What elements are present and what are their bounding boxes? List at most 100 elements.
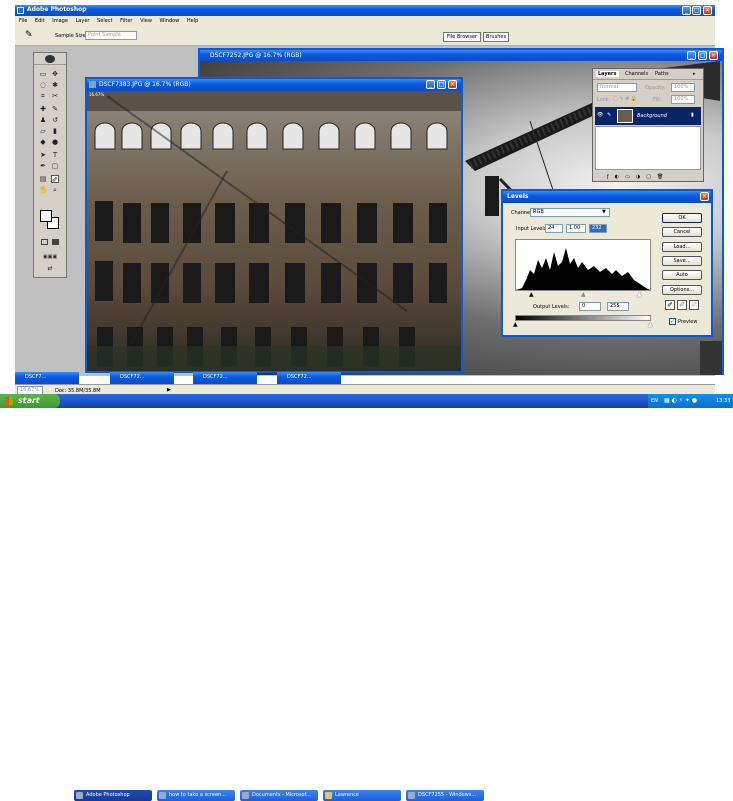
menu-file[interactable]: File bbox=[19, 18, 27, 24]
stamp-tool-icon[interactable]: ♟ bbox=[39, 116, 47, 124]
eraser-tool-icon[interactable]: ▱ bbox=[39, 127, 47, 135]
cancel-button[interactable]: Cancel bbox=[662, 227, 702, 237]
pen-tool-icon[interactable]: ✒ bbox=[39, 162, 47, 170]
menu-select[interactable]: Select bbox=[97, 18, 112, 24]
taskbar-item-image-viewer[interactable]: DSCF7255 - Windows... bbox=[406, 790, 484, 801]
front-close-button[interactable]: × bbox=[448, 80, 457, 89]
history-brush-tool-icon[interactable]: ↺ bbox=[51, 116, 59, 124]
taskbar-item-screenshot-doc[interactable]: how to take a screen... bbox=[157, 790, 235, 801]
tab-file-browser[interactable]: File Browser bbox=[443, 32, 481, 42]
white-point-eyedropper-icon[interactable]: ✐ bbox=[689, 300, 699, 310]
app-maximize-button[interactable]: □ bbox=[692, 6, 701, 15]
layer-row-background[interactable]: 👁 ✎ Background ▮ bbox=[595, 107, 701, 125]
output-white-field[interactable]: 255 bbox=[607, 302, 629, 311]
levels-close-button[interactable]: × bbox=[700, 192, 709, 201]
preview-checkbox[interactable]: ✓ bbox=[669, 318, 676, 325]
lasso-tool-icon[interactable]: ◌ bbox=[39, 81, 47, 89]
jump-to-imageready-icon[interactable]: ⇄ bbox=[41, 265, 59, 273]
slice-tool-icon[interactable]: ✂ bbox=[51, 92, 59, 100]
app-minimize-button[interactable]: _ bbox=[682, 6, 691, 15]
back-close-button[interactable]: × bbox=[709, 51, 718, 60]
menu-window[interactable]: Window bbox=[160, 18, 180, 24]
eyedropper-tool-icon[interactable]: ✐ bbox=[51, 175, 59, 184]
output-black-slider[interactable]: ▲ bbox=[513, 321, 518, 328]
front-maximize-button[interactable]: □ bbox=[437, 80, 446, 89]
layer-mask-icon[interactable]: ◐ bbox=[615, 174, 625, 180]
app-close-button[interactable]: × bbox=[703, 6, 712, 15]
menu-view[interactable]: View bbox=[140, 18, 152, 24]
visibility-eye-icon[interactable]: 👁 bbox=[597, 112, 603, 118]
brush-link-icon[interactable]: ✎ bbox=[607, 112, 611, 118]
menu-filter[interactable]: Filter bbox=[120, 18, 132, 24]
back-minimize-button[interactable]: _ bbox=[687, 51, 696, 60]
new-set-icon[interactable]: ▭ bbox=[625, 174, 636, 180]
black-point-eyedropper-icon[interactable]: ✐ bbox=[665, 300, 675, 310]
channel-select[interactable]: RGB bbox=[530, 208, 610, 217]
layer-style-icon[interactable]: ƒ bbox=[607, 174, 615, 180]
taskbar-item-photoshop[interactable]: Adobe Photoshop bbox=[74, 790, 152, 801]
tab-paths[interactable]: Paths bbox=[655, 71, 669, 77]
quick-mask-icon[interactable] bbox=[41, 239, 48, 245]
path-select-tool-icon[interactable]: ➤ bbox=[39, 151, 47, 159]
language-indicator[interactable]: EN bbox=[651, 394, 658, 408]
type-tool-icon[interactable]: T bbox=[51, 151, 59, 159]
zoom-tool-icon[interactable]: ⌕ bbox=[51, 186, 59, 194]
marquee-tool-icon[interactable]: ▭ bbox=[39, 70, 47, 78]
healing-brush-tool-icon[interactable]: ✚ bbox=[39, 105, 47, 113]
input-white-slider[interactable]: ▲ bbox=[637, 291, 642, 298]
crop-tool-icon[interactable]: ⌗ bbox=[39, 92, 47, 100]
standard-mode-icon[interactable] bbox=[52, 239, 59, 245]
menu-image[interactable]: Image bbox=[52, 18, 68, 24]
new-layer-icon[interactable]: ▢ bbox=[646, 174, 657, 180]
input-black-field[interactable]: 24 bbox=[545, 224, 563, 233]
input-black-slider[interactable]: ▲ bbox=[529, 291, 534, 298]
move-tool-icon[interactable]: ✥ bbox=[51, 70, 59, 78]
shape-tool-icon[interactable]: ▢ bbox=[51, 162, 59, 170]
dodge-tool-icon[interactable]: ● bbox=[51, 138, 59, 146]
gradient-tool-icon[interactable]: ▮ bbox=[51, 127, 59, 135]
taskbar-item-lawrence[interactable]: Lawrence bbox=[323, 790, 401, 801]
screen-mode-icon[interactable]: ▣▣▣ bbox=[39, 253, 61, 261]
blend-mode-select[interactable]: Normal bbox=[597, 83, 637, 92]
input-white-field[interactable]: 232 bbox=[589, 224, 607, 233]
foreground-color-swatch[interactable] bbox=[40, 210, 52, 222]
menu-edit[interactable]: Edit bbox=[35, 18, 45, 24]
input-gamma-field[interactable]: 1.00 bbox=[566, 224, 586, 233]
back-maximize-button[interactable]: □ bbox=[698, 51, 707, 60]
minimized-doc-2[interactable]: DSCF72... bbox=[110, 372, 174, 384]
opacity-field[interactable]: 100% bbox=[671, 83, 695, 92]
palette-menu-icon[interactable]: ▸ bbox=[693, 71, 696, 77]
ok-button[interactable]: OK bbox=[662, 213, 702, 223]
minimized-doc-4[interactable]: DSCF72... bbox=[277, 372, 341, 384]
start-button[interactable]: start bbox=[0, 394, 60, 408]
taskbar-item-documents[interactable]: Documents - Microsof... bbox=[240, 790, 318, 801]
hand-tool-icon[interactable]: ✋ bbox=[39, 186, 48, 194]
menu-help[interactable]: Help bbox=[187, 18, 198, 24]
options-button[interactable]: Options... bbox=[662, 285, 702, 295]
gray-point-eyedropper-icon[interactable]: ✐ bbox=[677, 300, 687, 310]
output-white-slider[interactable]: ▲ bbox=[648, 321, 653, 328]
fill-field[interactable]: 100% bbox=[671, 95, 695, 104]
output-black-field[interactable]: 0 bbox=[579, 302, 601, 311]
blur-tool-icon[interactable]: ◆ bbox=[39, 138, 47, 146]
tab-channels[interactable]: Channels bbox=[625, 71, 648, 77]
auto-button[interactable]: Auto bbox=[662, 270, 702, 280]
front-minimize-button[interactable]: _ bbox=[426, 80, 435, 89]
sample-size-select[interactable]: Point Sample bbox=[85, 31, 137, 40]
status-arrow-icon[interactable]: ▶ bbox=[167, 387, 171, 393]
notes-tool-icon[interactable]: ▤ bbox=[39, 175, 47, 183]
minimized-doc-1[interactable]: DSCF7... bbox=[15, 372, 79, 384]
menu-layer[interactable]: Layer bbox=[76, 18, 90, 24]
tray-icons[interactable]: ▦ ◐ ⚡ ✦ ● bbox=[664, 394, 697, 408]
adjustment-layer-icon[interactable]: ◑ bbox=[636, 174, 646, 180]
eyedropper-icon[interactable]: ✎ bbox=[25, 30, 33, 40]
save-button[interactable]: Save... bbox=[662, 256, 702, 266]
channel-dropdown-icon[interactable]: ▼ bbox=[602, 209, 606, 215]
tab-layers[interactable]: Layers bbox=[596, 71, 619, 77]
magic-wand-tool-icon[interactable]: ✱ bbox=[51, 81, 59, 89]
brush-tool-icon[interactable]: ✎ bbox=[51, 105, 59, 113]
input-gamma-slider[interactable]: ▲ bbox=[581, 291, 586, 298]
minimized-doc-3[interactable]: DSCF72... bbox=[193, 372, 257, 384]
trash-icon[interactable]: 🗑 bbox=[657, 174, 669, 180]
tab-brushes[interactable]: Brushes bbox=[483, 32, 509, 42]
